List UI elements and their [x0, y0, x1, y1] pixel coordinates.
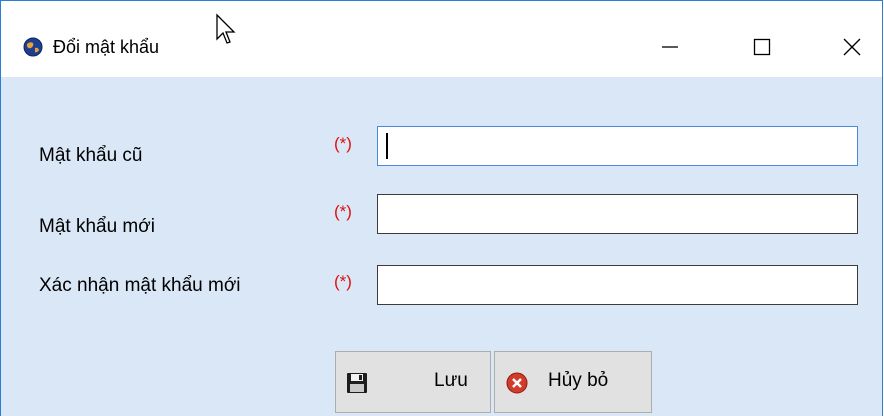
new-password-label: Mật khẩu mới [39, 216, 155, 237]
window-title: Đổi mật khẩu [53, 37, 160, 57]
close-button[interactable] [823, 25, 881, 69]
close-icon [843, 38, 861, 56]
mouse-cursor-icon [216, 13, 236, 44]
new-password-field[interactable] [377, 194, 858, 234]
required-marker: (*) [334, 272, 352, 291]
floppy-disk-icon [347, 373, 367, 393]
old-password-field[interactable] [377, 126, 858, 166]
minimize-button[interactable] [641, 25, 699, 69]
required-marker: (*) [334, 134, 352, 153]
required-marker: (*) [334, 202, 352, 221]
cancel-button[interactable]: Hủy bỏ [494, 351, 652, 413]
cancel-button-label: Hủy bỏ [548, 370, 609, 391]
confirm-password-field[interactable] [377, 265, 858, 305]
minimize-icon [662, 46, 678, 48]
change-password-dialog: Đổi mật khẩu Mật khẩu cũ (*) Mật khẩu mớ… [0, 0, 883, 416]
maximize-icon [753, 38, 771, 56]
text-caret [386, 133, 388, 159]
title-bar[interactable]: Đổi mật khẩu [1, 1, 882, 77]
red-x-circle-icon [506, 372, 528, 394]
save-button-label: Lưu [434, 370, 468, 391]
confirm-password-label: Xác nhận mật khẩu mới [39, 275, 241, 296]
old-password-label: Mật khẩu cũ [39, 145, 143, 166]
save-button[interactable]: Lưu [335, 351, 491, 413]
globe-app-icon [23, 37, 43, 57]
maximize-button[interactable] [733, 25, 791, 69]
